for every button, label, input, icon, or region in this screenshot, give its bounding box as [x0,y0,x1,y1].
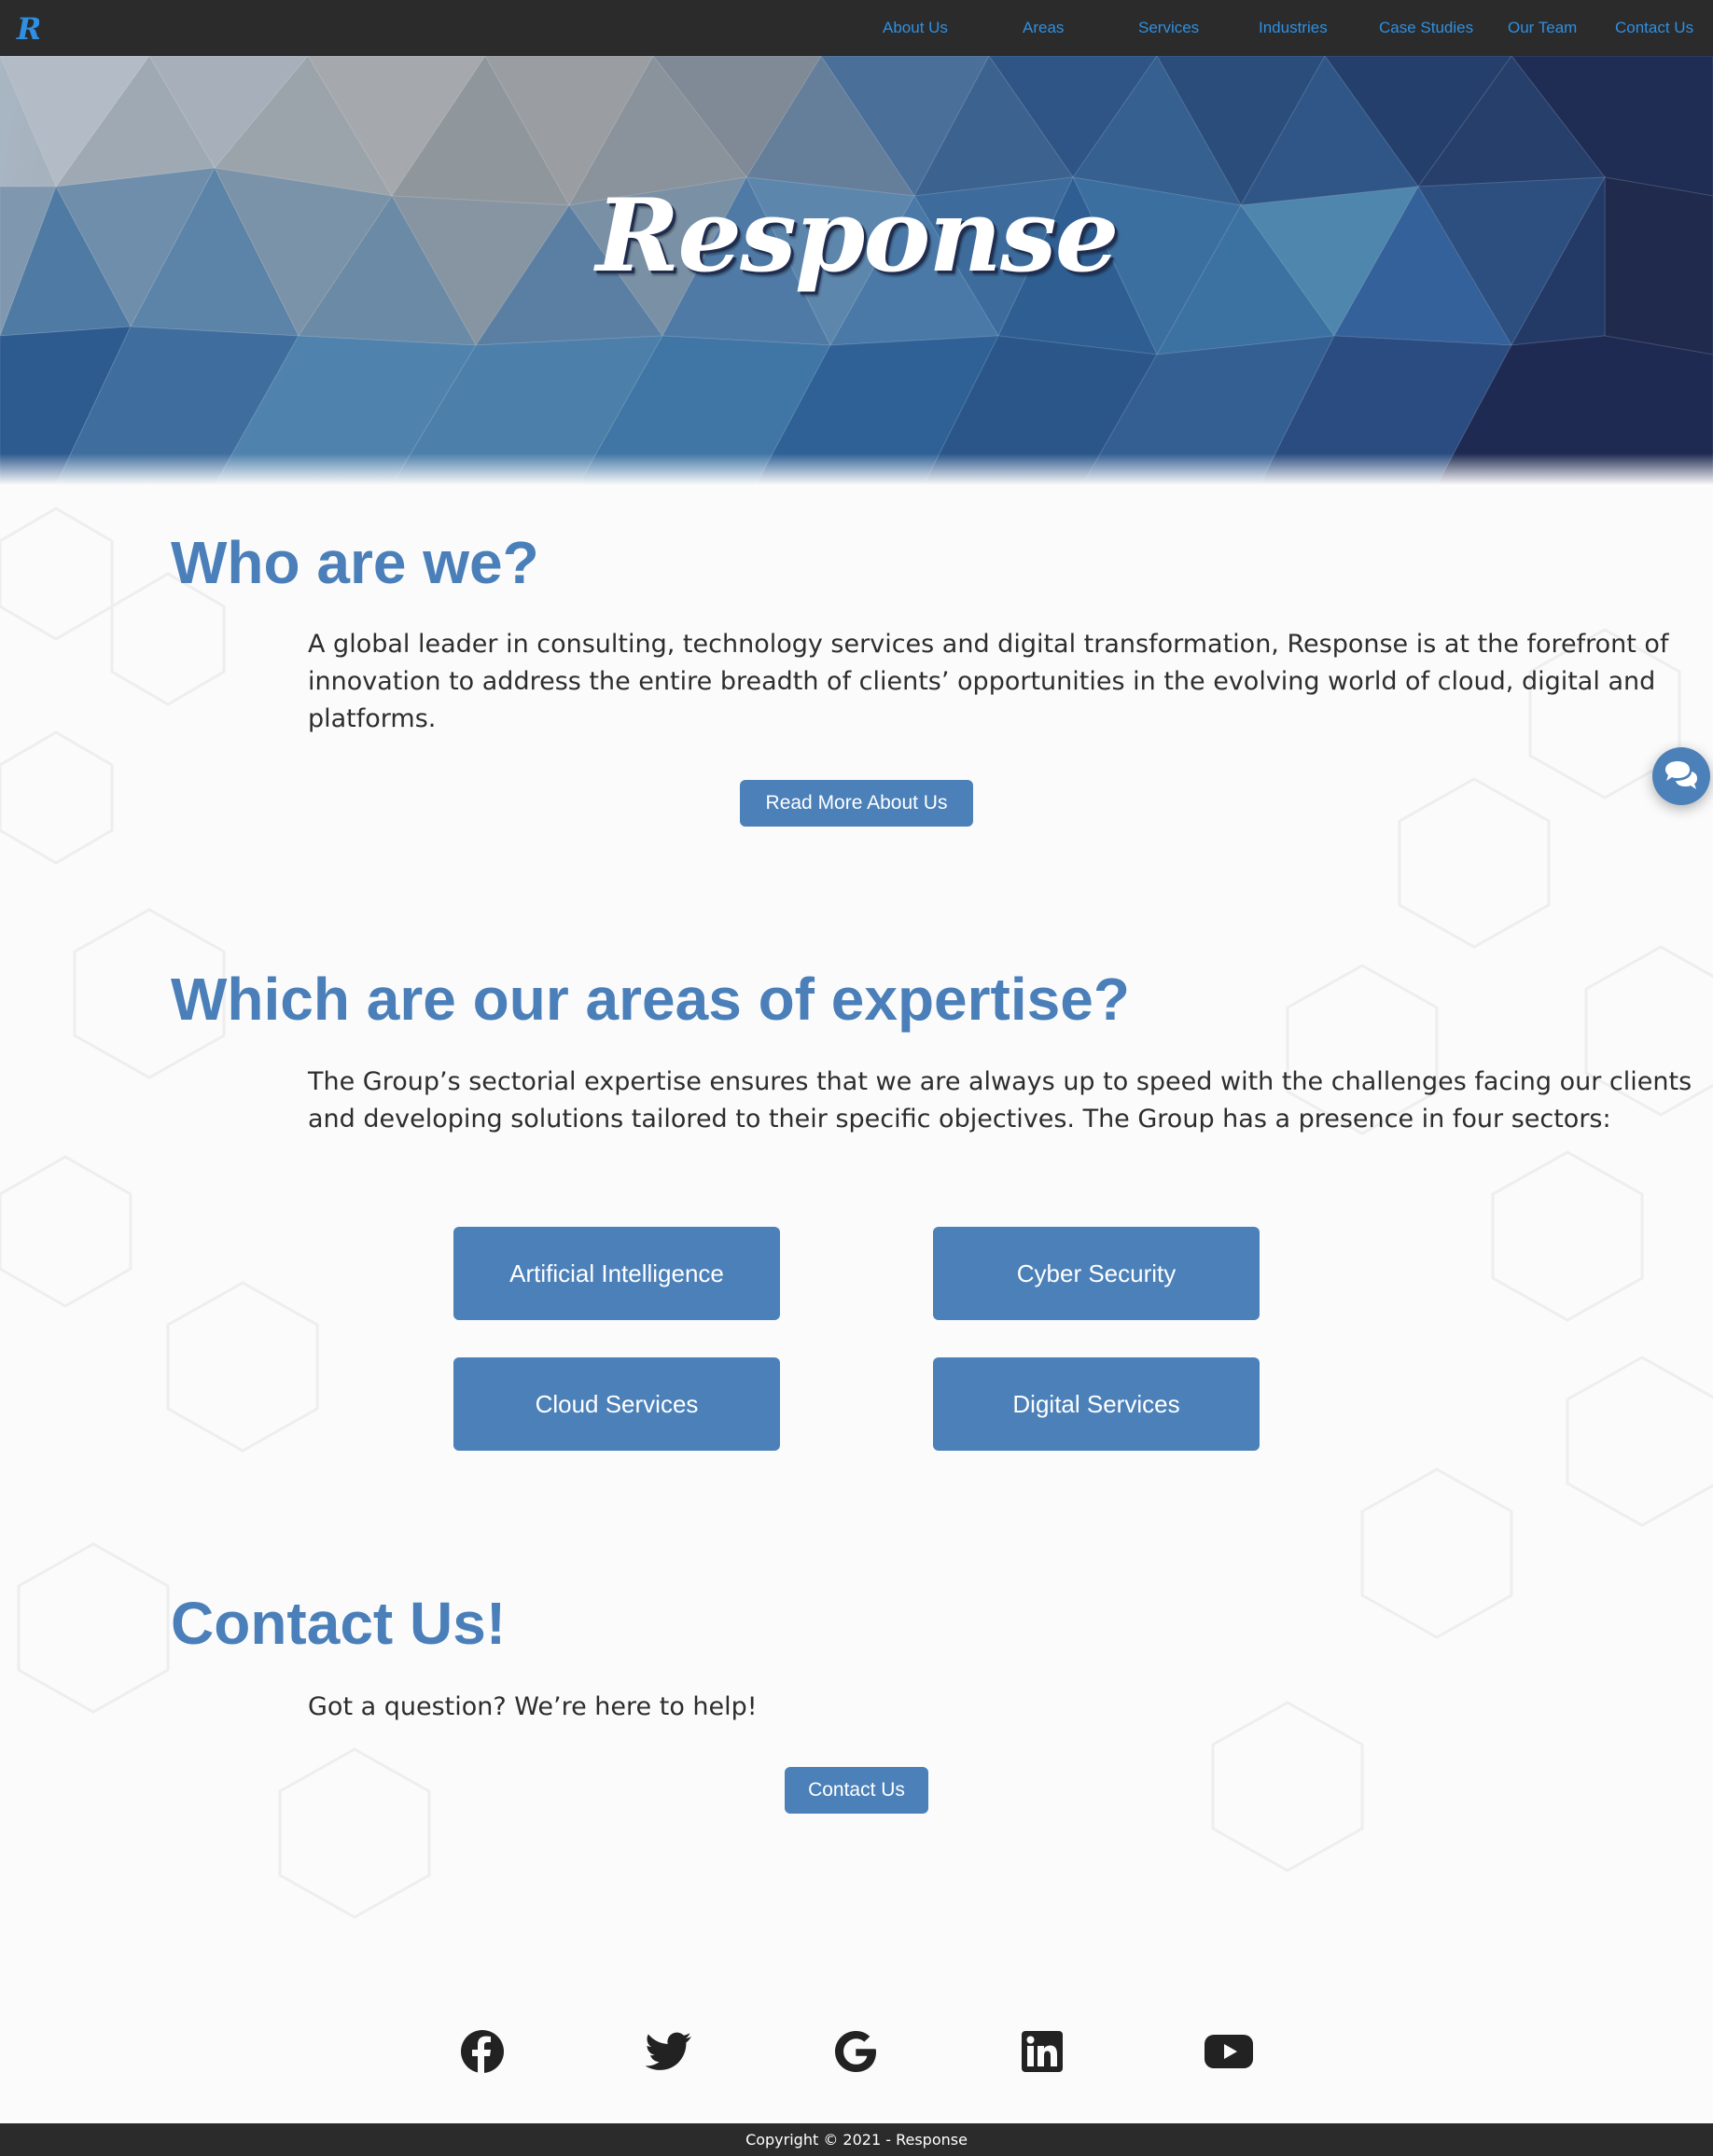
brand-logo[interactable]: R [13,7,39,49]
who-are-we-text: A global leader in consulting, technolog… [308,630,1669,733]
contact-text: Got a question? We’re here to help! [308,1692,758,1721]
area-card-digital-services[interactable]: Digital Services [933,1357,1260,1451]
youtube-icon[interactable] [1204,2026,1254,2077]
top-navbar: R About Us Areas Services Industries Cas… [0,0,1713,56]
nav-link-our-team[interactable]: Our Team [1508,0,1577,56]
svg-text:R: R [16,11,39,47]
nav-link-areas[interactable]: Areas [1023,0,1064,56]
chat-button[interactable] [1652,747,1710,805]
areas-heading: Which are our areas of expertise? [171,966,1130,1033]
brand-logo-icon: R [16,11,39,47]
contact-heading: Contact Us! [171,1590,507,1657]
nav-link-industries[interactable]: Industries [1259,0,1328,56]
footer: Copyright © 2021 - Response [0,2123,1713,2156]
nav-link-case-studies[interactable]: Case Studies [1379,0,1473,56]
hero-fade [0,453,1713,485]
twitter-icon[interactable] [644,2026,694,2077]
nav-link-about-us[interactable]: About Us [883,0,948,56]
read-more-about-us-button[interactable]: Read More About Us [740,780,973,827]
area-card-artificial-intelligence[interactable]: Artificial Intelligence [453,1227,780,1320]
hero-banner: Response [0,56,1713,485]
hero-title: Response [595,177,1120,295]
nav-link-services[interactable]: Services [1138,0,1199,56]
contact-us-button[interactable]: Contact Us [785,1767,928,1814]
area-card-cyber-security[interactable]: Cyber Security [933,1227,1260,1320]
chat-bubbles-icon [1665,761,1697,789]
linkedin-icon[interactable] [1017,2026,1067,2077]
areas-text: The Group’s sectorial expertise ensures … [308,1067,1692,1134]
copyright-text: Copyright © 2021 - Response [745,2131,968,2149]
google-icon[interactable] [830,2026,881,2077]
area-card-cloud-services[interactable]: Cloud Services [453,1357,780,1451]
facebook-icon[interactable] [457,2026,508,2077]
nav-link-contact-us[interactable]: Contact Us [1615,0,1693,56]
who-are-we-heading: Who are we? [171,529,539,596]
